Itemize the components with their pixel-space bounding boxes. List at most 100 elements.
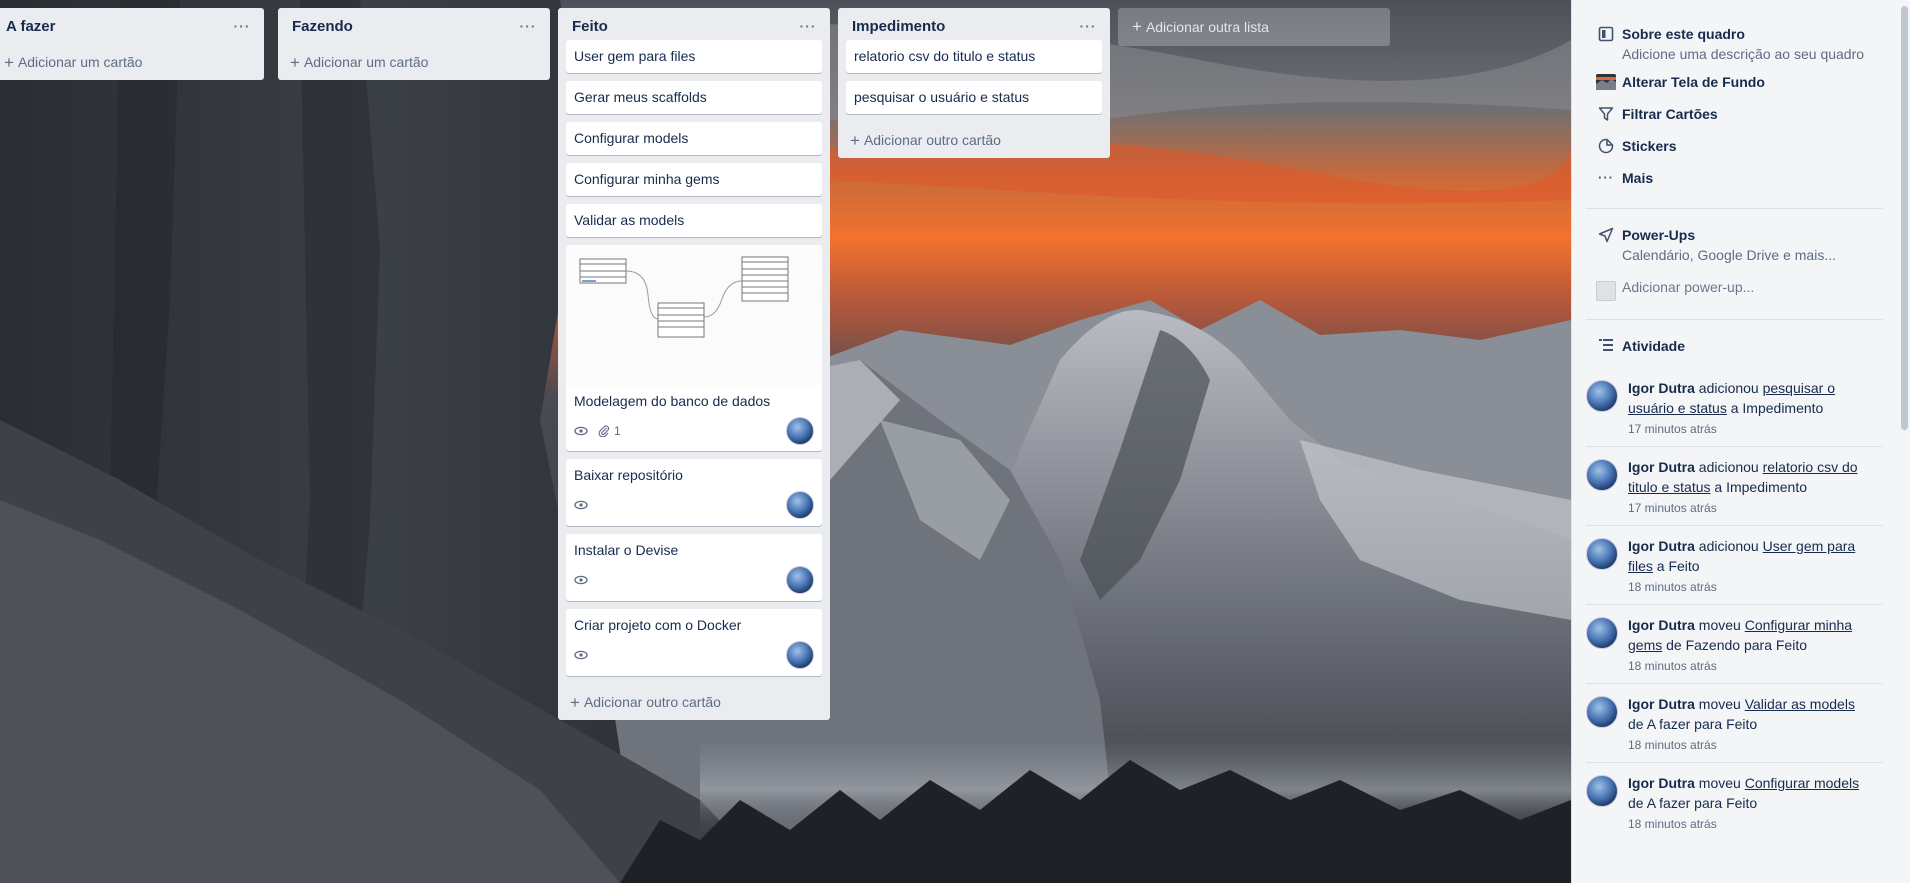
- list-a-fazer: A fazer ··· + Adicionar um cartão: [0, 8, 264, 80]
- activity-time[interactable]: 18 minutos atrás: [1628, 817, 1868, 831]
- avatar[interactable]: [786, 566, 814, 594]
- activity-title: Atividade: [1622, 338, 1686, 354]
- add-card-button[interactable]: + Adicionar um cartão: [278, 44, 550, 80]
- activity-time[interactable]: 17 minutos atrás: [1628, 422, 1868, 436]
- board-menu-sidebar: Sobre este quadro Adicione uma descrição…: [1571, 0, 1910, 883]
- avatar[interactable]: [1586, 538, 1618, 570]
- ellipsis-icon[interactable]: ···: [796, 16, 820, 36]
- more-item[interactable]: ··· Mais: [1586, 164, 1883, 196]
- card[interactable]: Criar projeto com o Docker: [566, 609, 822, 676]
- avatar[interactable]: [1586, 775, 1618, 807]
- activity-user[interactable]: Igor Dutra: [1628, 538, 1695, 554]
- attachment-badge: 1: [598, 422, 621, 441]
- activity-time[interactable]: 18 minutos atrás: [1628, 580, 1868, 594]
- activity-user[interactable]: Igor Dutra: [1628, 617, 1695, 633]
- card[interactable]: Configurar models: [566, 122, 822, 155]
- add-card-label: Adicionar outro cartão: [863, 132, 1001, 148]
- activity-verb: adicionou: [1698, 538, 1759, 554]
- activity-card-link[interactable]: Configurar models: [1745, 775, 1859, 791]
- activity-item: Igor Dutra moveu Configurar minha gems d…: [1586, 605, 1883, 684]
- paperclip-icon: [598, 425, 610, 437]
- ellipsis-icon[interactable]: ···: [1076, 16, 1100, 36]
- card-title: User gem para files: [574, 48, 696, 64]
- avatar[interactable]: [1586, 380, 1618, 412]
- about-board-subtitle: Adicione uma descrição ao seu quadro: [1622, 46, 1865, 62]
- change-background-item[interactable]: Alterar Tela de Fundo: [1586, 68, 1883, 100]
- card-title: Baixar repositório: [574, 467, 683, 483]
- about-board-item[interactable]: Sobre este quadro Adicione uma descrição…: [1586, 20, 1883, 68]
- activity-verb: adicionou: [1698, 459, 1759, 475]
- plus-icon: +: [1132, 17, 1142, 36]
- card-with-cover[interactable]: Modelagem do banco de dados 1: [566, 245, 822, 451]
- card[interactable]: Gerar meus scaffolds: [566, 81, 822, 114]
- activity-user[interactable]: Igor Dutra: [1628, 775, 1695, 791]
- card[interactable]: relatorio csv do titulo e status: [846, 40, 1102, 73]
- activity-item: Igor Dutra adicionou pesquisar o usuário…: [1586, 368, 1883, 447]
- activity-list-icon: [1590, 336, 1622, 352]
- rocket-icon: [1590, 225, 1622, 243]
- avatar[interactable]: [1586, 617, 1618, 649]
- avatar[interactable]: [1586, 696, 1618, 728]
- activity-time[interactable]: 17 minutos atrás: [1628, 501, 1868, 515]
- eye-icon: [574, 575, 588, 585]
- stickers-label: Stickers: [1622, 138, 1677, 154]
- activity-user[interactable]: Igor Dutra: [1628, 380, 1695, 396]
- add-card-button[interactable]: + Adicionar um cartão: [0, 44, 264, 80]
- attachment-count: 1: [614, 423, 621, 438]
- activity-user[interactable]: Igor Dutra: [1628, 696, 1695, 712]
- activity-card-link[interactable]: Validar as models: [1745, 696, 1855, 712]
- activity-item: Igor Dutra moveu Validar as models de A …: [1586, 684, 1883, 763]
- about-board-title: Sobre este quadro: [1622, 26, 1745, 42]
- card-cover-image: [566, 245, 822, 385]
- add-card-button[interactable]: + Adicionar outro cartão: [838, 122, 1110, 158]
- activity-rest: a Feito: [1656, 558, 1700, 574]
- activity-user[interactable]: Igor Dutra: [1628, 459, 1695, 475]
- change-background-label: Alterar Tela de Fundo: [1622, 74, 1765, 90]
- add-powerup-item[interactable]: Adicionar power-up...: [1586, 275, 1883, 307]
- card-title: relatorio csv do titulo e status: [854, 48, 1036, 64]
- stickers-item[interactable]: Stickers: [1586, 132, 1883, 164]
- activity-verb: moveu: [1698, 617, 1741, 633]
- add-card-label: Adicionar um cartão: [17, 54, 143, 70]
- list-title[interactable]: A fazer: [6, 18, 55, 35]
- card[interactable]: User gem para files: [566, 40, 822, 73]
- activity-time[interactable]: 18 minutos atrás: [1628, 659, 1868, 673]
- list-title[interactable]: Impedimento: [852, 18, 945, 35]
- card[interactable]: pesquisar o usuário e status: [846, 81, 1102, 114]
- avatar[interactable]: [786, 417, 814, 445]
- sidebar-scrollbar[interactable]: [1901, 6, 1908, 430]
- card[interactable]: Configurar minha gems: [566, 163, 822, 196]
- add-card-button[interactable]: + Adicionar outro cartão: [558, 684, 830, 720]
- card-title: Configurar minha gems: [574, 171, 720, 187]
- more-label: Mais: [1622, 170, 1654, 186]
- ellipsis-icon[interactable]: ···: [516, 16, 540, 36]
- divider: [1586, 319, 1883, 320]
- card[interactable]: Instalar o Devise: [566, 534, 822, 601]
- powerups-subtitle: Calendário, Google Drive e mais...: [1622, 247, 1836, 263]
- add-list-button[interactable]: + Adicionar outra lista: [1118, 8, 1390, 46]
- ellipsis-icon[interactable]: ···: [230, 16, 254, 36]
- card-title: Criar projeto com o Docker: [574, 617, 742, 633]
- list-title[interactable]: Feito: [572, 18, 608, 35]
- activity-header: Atividade: [1586, 332, 1883, 364]
- avatar[interactable]: [786, 641, 814, 669]
- activity-rest: de Fazendo para Feito: [1666, 637, 1807, 653]
- eye-icon: [574, 426, 588, 436]
- activity-feed: Igor Dutra adicionou pesquisar o usuário…: [1586, 368, 1883, 841]
- plus-icon: +: [290, 52, 300, 72]
- plus-icon: +: [570, 692, 580, 712]
- filter-icon: [1590, 104, 1622, 122]
- plus-icon: +: [4, 52, 14, 72]
- filter-cards-item[interactable]: Filtrar Cartões: [1586, 100, 1883, 132]
- powerups-item[interactable]: Power-Ups Calendário, Google Drive e mai…: [1586, 221, 1883, 269]
- list-title[interactable]: Fazendo: [292, 18, 353, 35]
- activity-rest: de A fazer para Feito: [1628, 795, 1758, 811]
- avatar[interactable]: [1586, 459, 1618, 491]
- avatar[interactable]: [786, 491, 814, 519]
- activity-time[interactable]: 18 minutos atrás: [1628, 738, 1868, 752]
- add-card-label: Adicionar outro cartão: [583, 694, 721, 710]
- activity-rest: a Impedimento: [1730, 400, 1824, 416]
- plus-icon: +: [850, 130, 860, 150]
- card[interactable]: Validar as models: [566, 204, 822, 237]
- card[interactable]: Baixar repositório: [566, 459, 822, 526]
